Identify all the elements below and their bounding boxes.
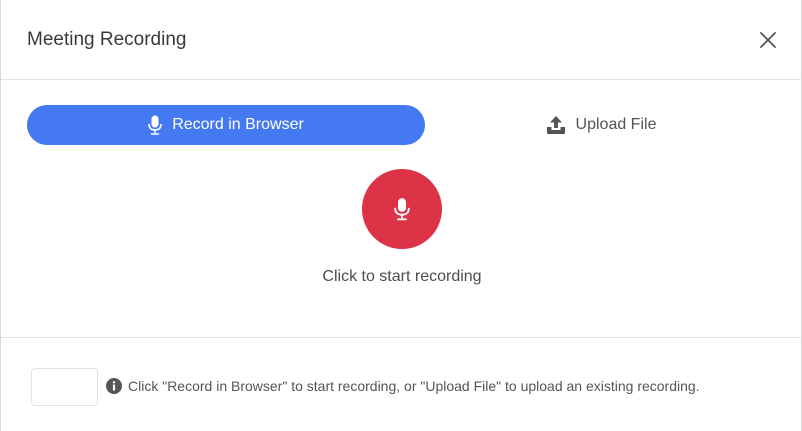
modal-body: Record in Browser Upload File Click to s…	[1, 80, 801, 338]
footer-message: Click "Record in Browser" to start recor…	[128, 378, 700, 394]
meeting-recording-modal: Meeting Recording Record in Browser Uplo	[0, 0, 802, 431]
footer-info: Click "Record in Browser" to start recor…	[106, 378, 700, 394]
close-icon	[760, 32, 776, 48]
tab-record-label: Record in Browser	[172, 116, 304, 133]
microphone-icon	[394, 198, 410, 221]
start-recording-button[interactable]	[362, 169, 442, 249]
tab-upload-file[interactable]: Upload File	[401, 105, 801, 145]
info-icon	[106, 378, 122, 394]
upload-icon	[546, 116, 565, 134]
tab-record-in-browser[interactable]: Record in Browser	[27, 105, 425, 145]
footer-empty-box	[31, 368, 98, 406]
modal-footer: Click "Record in Browser" to start recor…	[1, 339, 801, 431]
tab-upload-label: Upload File	[575, 116, 657, 133]
microphone-icon	[148, 115, 162, 135]
recording-hint: Click to start recording	[322, 268, 482, 285]
close-button[interactable]	[757, 29, 779, 51]
modal-header: Meeting Recording	[1, 0, 801, 80]
modal-title: Meeting Recording	[27, 29, 187, 50]
